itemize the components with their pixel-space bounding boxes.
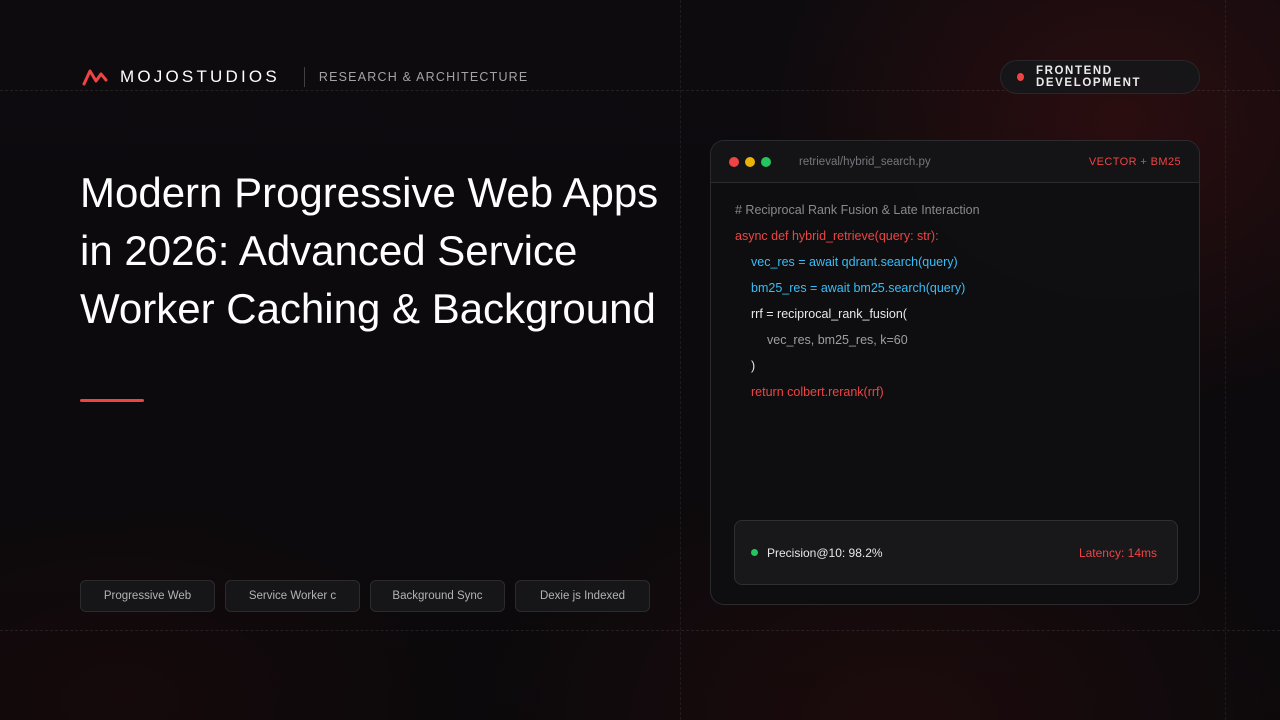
brand-divider	[303, 67, 305, 87]
category-pill: FRONTEND DEVELOPMENT	[1000, 60, 1200, 94]
grid-line	[680, 0, 681, 720]
mojo-logo-icon	[82, 69, 108, 86]
code-filename: retrieval/hybrid_search.py	[799, 155, 931, 168]
window-close-dot-icon	[729, 156, 739, 167]
code-tag: VECTOR + BM25	[1088, 155, 1181, 168]
code-line: rrf = reciprocal_rank_fusion(	[751, 307, 907, 321]
code-line: vec_res, bm25_res, k=60	[767, 333, 908, 347]
brand-name: MOJOSTUDIOS	[120, 67, 280, 86]
metrics-status-bar: Precision@10: 98.2% Latency: 14ms	[734, 520, 1178, 585]
category-label: FRONTEND DEVELOPMENT	[1035, 65, 1142, 89]
precision-metric: Precision@10: 98.2%	[767, 545, 883, 560]
grid-line	[1225, 0, 1226, 720]
code-line: bm25_res = await bm25.search(query)	[751, 281, 966, 295]
grid-line	[0, 630, 1280, 631]
brand-header: MOJOSTUDIOS RESEARCH & ARCHITECTURE	[82, 66, 528, 88]
window-maximize-dot-icon	[761, 156, 771, 167]
code-line: vec_res = await qdrant.search(query)	[751, 255, 958, 269]
code-line: return colbert.rerank(rrf)	[751, 385, 884, 399]
tag-item: Service Worker c	[225, 580, 360, 612]
code-window: retrieval/hybrid_search.py VECTOR + BM25…	[710, 140, 1200, 605]
code-window-header: retrieval/hybrid_search.py VECTOR + BM25	[711, 141, 1199, 183]
category-dot-icon	[1017, 73, 1024, 81]
tag-item: Progressive Web	[80, 580, 215, 612]
brand-section: RESEARCH & ARCHITECTURE	[318, 70, 529, 84]
window-minimize-dot-icon	[745, 156, 755, 167]
status-dot-icon	[751, 549, 758, 556]
tag-item: Dexie js Indexed	[515, 580, 650, 612]
latency-metric: Latency: 14ms	[1078, 545, 1157, 560]
code-line: )	[751, 359, 756, 373]
code-line: async def hybrid_retrieve(query: str):	[735, 229, 939, 243]
tag-list: Progressive Web Service Worker c Backgro…	[80, 580, 650, 612]
page-title: Modern Progressive Web Apps in 2026: Adv…	[80, 169, 659, 332]
code-line: # Reciprocal Rank Fusion & Late Interact…	[735, 203, 980, 217]
tag-item: Background Sync	[370, 580, 505, 612]
code-block: # Reciprocal Rank Fusion & Late Interact…	[711, 183, 1199, 405]
accent-bar	[80, 399, 144, 402]
